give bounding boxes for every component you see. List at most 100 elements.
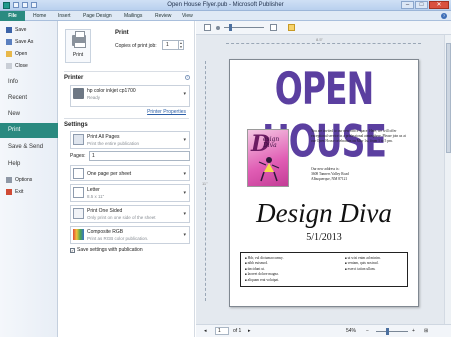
settings-heading: Settings (64, 122, 88, 128)
window-controls: – □ ✕ (401, 1, 449, 9)
logo-word-2: Diva (263, 142, 277, 149)
next-page-icon[interactable]: ▸ (248, 328, 251, 334)
current-page-input[interactable]: 1 (215, 327, 229, 335)
copies-spin-arrows-icon[interactable]: ▲ ▼ (178, 41, 183, 49)
zoom-out-icon[interactable] (216, 26, 220, 30)
flyer-page: OPEN HOUSE D esign Diva You are invited … (229, 59, 419, 307)
tab-home[interactable]: Home (33, 11, 46, 21)
window-title: Open House Flyer.pub - Microsoft Publish… (167, 2, 284, 8)
zoom-out-button[interactable]: − (366, 328, 369, 334)
options-icon (6, 177, 12, 183)
sides-select[interactable]: Print One Sided Only print on one side o… (70, 205, 190, 223)
address-line: Albuquerque, NM 87121 (311, 176, 348, 181)
open-folder-icon (6, 51, 12, 57)
previous-page-icon[interactable]: ◂ (204, 328, 207, 334)
service-item: exerci tation ullam. (345, 267, 381, 272)
print-settings-panel: Print Print Copies of print job: 1 ▲ ▼ Pr… (58, 21, 195, 337)
sides-title: Print One Sided (87, 208, 123, 214)
print-button-label: Print (72, 52, 84, 58)
preview-page-navigation: ◂ 1 of 1 ▸ 54% − + ⊞ (196, 324, 451, 337)
print-range-subtitle: Print the entire publication (87, 141, 140, 146)
scrollbar-thumb[interactable] (446, 43, 451, 153)
tab-page-design[interactable]: Page Design (83, 11, 112, 21)
tab-mailings[interactable]: Mailings (124, 11, 142, 21)
printer-select[interactable]: hp color inkjet cp1700 Ready ▾ (70, 85, 190, 107)
minimize-button[interactable]: – (401, 1, 414, 9)
tab-insert[interactable]: Insert (58, 11, 71, 21)
pages-per-sheet-select[interactable]: One page per sheet ▾ (70, 165, 190, 181)
color-mode-subtitle: Print as RGB color publication. (87, 236, 149, 241)
ruler-slider-knob[interactable] (229, 24, 232, 31)
event-date: 5/1/2013 (306, 232, 342, 243)
nav-save-and-send[interactable]: Save & Send (0, 140, 58, 155)
tab-review[interactable]: Review (155, 11, 171, 21)
copies-spinner[interactable]: 1 ▲ ▼ (162, 40, 184, 50)
tab-file[interactable]: File (0, 11, 25, 21)
save-as-icon (6, 39, 12, 45)
preview-scrollbar[interactable] (444, 35, 451, 324)
save-settings-checkbox[interactable]: ✓ Save settings with publication (70, 247, 143, 253)
chevron-down-icon: ▾ (183, 190, 186, 196)
exit-icon (6, 189, 12, 195)
one-sided-icon (73, 208, 84, 219)
save-settings-label: Save settings with publication (77, 247, 143, 253)
print-range-select[interactable]: Print All Pages Print the entire publica… (70, 131, 190, 149)
zoom-level: 54% (346, 328, 357, 334)
title-bar: Open House Flyer.pub - Microsoft Publish… (0, 0, 451, 11)
nav-info[interactable]: Info (0, 75, 58, 90)
print-button[interactable]: Print (65, 29, 91, 63)
nav-new[interactable]: New (0, 107, 58, 122)
ribbon-tab-bar: File Home Insert Page Design Mailings Re… (0, 11, 451, 21)
pages-input[interactable]: 1 (89, 151, 190, 161)
paper-size-title: Letter (87, 187, 100, 193)
nav-recent[interactable]: Recent (0, 91, 58, 106)
nav-open[interactable]: Open (6, 50, 27, 58)
close-button[interactable]: ✕ (429, 1, 449, 9)
services-box: Hdr, vul dictumaccumsy. nibh euismod. ti… (240, 252, 408, 287)
all-pages-icon (73, 134, 84, 145)
color-mode-select[interactable]: Composite RGB Print as RGB color publica… (70, 226, 190, 244)
checkbox-checked-icon[interactable]: ✓ (70, 247, 75, 253)
services-right-column: ut wisi enim ad minim. veniam, quis nost… (345, 256, 381, 272)
paper-icon (73, 187, 84, 198)
nav-options-label: Options (15, 177, 33, 183)
zoom-slider-track (376, 331, 408, 332)
ruler-width-label: 8.5" (314, 37, 325, 42)
color-icon (73, 229, 84, 240)
nav-print[interactable]: Print (0, 123, 58, 138)
chevron-down-icon: ▾ (183, 137, 186, 143)
zoom-slider-knob[interactable] (386, 328, 389, 335)
chevron-down-icon: ▾ (183, 232, 186, 238)
printer-device-icon (73, 88, 84, 99)
tab-view[interactable]: View (182, 11, 193, 21)
ruler-height: 11" (202, 61, 208, 301)
nav-close[interactable]: Close (6, 62, 28, 70)
nav-close-label: Close (15, 63, 28, 69)
paper-size-select[interactable]: Letter 8.5 x 11" ▾ (70, 184, 190, 202)
nav-exit[interactable]: Exit (6, 188, 23, 196)
nav-options[interactable]: Options (6, 176, 32, 184)
page-icon[interactable] (204, 24, 211, 31)
color-mode-title: Composite RGB (87, 229, 124, 235)
printer-heading: Printer (64, 75, 84, 81)
zoom-in-button[interactable]: + (412, 328, 415, 334)
one-page-per-sheet-icon (73, 168, 84, 179)
nav-help[interactable]: Help (0, 157, 58, 172)
help-icon[interactable]: ? (441, 13, 447, 19)
paper-size-subtitle: 8.5 x 11" (87, 194, 105, 199)
close-document-icon (6, 63, 12, 69)
printer-info-icon[interactable]: i (185, 75, 190, 80)
design-diva-logo: D esign Diva (247, 129, 289, 187)
ruler-toggle-icon[interactable] (288, 24, 295, 31)
fit-page-icon[interactable]: ⊞ (424, 328, 428, 334)
nav-open-label: Open (15, 51, 28, 57)
chevron-down-icon: ▾ (183, 211, 186, 217)
separator (64, 118, 189, 119)
nav-save[interactable]: Save (6, 26, 26, 34)
single-page-icon[interactable] (270, 24, 277, 31)
nav-save-as[interactable]: Save As (6, 38, 33, 46)
maximize-button[interactable]: □ (415, 1, 428, 9)
dancer-figure-icon (258, 157, 280, 182)
printer-properties-link[interactable]: Printer Properties (147, 109, 186, 115)
service-item: aliquam erat volutpat. (245, 278, 284, 283)
